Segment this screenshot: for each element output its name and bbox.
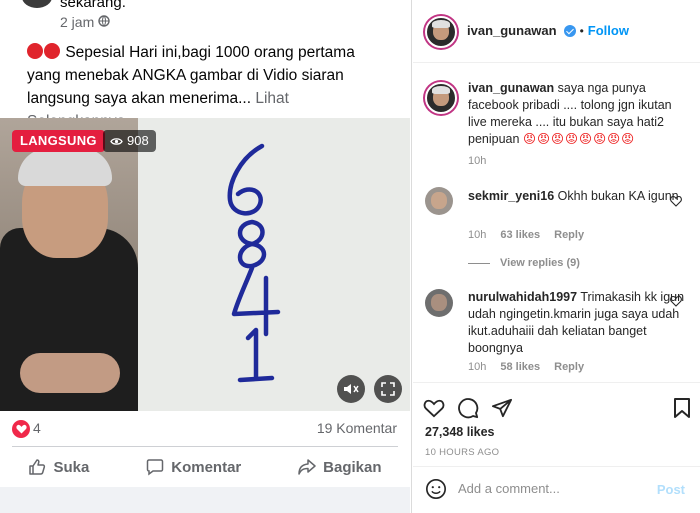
verified-badge-icon [563,24,576,37]
comment-bubble-icon[interactable] [457,397,479,419]
like-heart-icon[interactable] [423,398,445,418]
post-header: ivan_gunawan • Follow [413,0,700,63]
instagram-post-panel: ivan_gunawan • Follow ivan_gunawan saya … [413,0,700,513]
speech-bubble-icon [146,459,164,476]
red-circle-emoji [27,43,43,59]
share-label: Bagikan [323,458,382,476]
author-avatar[interactable] [425,16,457,48]
post-header: sekarang. 2 jam Sepesial Hari ini,bagi 1… [0,0,411,130]
comment-time: 10h [468,229,487,241]
live-badge: LANGSUNG [12,130,105,152]
reply-button[interactable]: Reply [554,361,584,373]
facebook-post-screenshot: sekarang. 2 jam Sepesial Hari ini,bagi 1… [0,0,412,513]
caption-meta: 10h [468,155,486,167]
video-person-hands [20,353,120,393]
like-label: Suka [53,458,90,476]
angry-face-emojis: 😡😡😡😡😡😡😡😡 [522,132,636,146]
comment-count[interactable]: 19 Komentar [317,420,397,436]
mute-button[interactable] [337,375,365,403]
follow-separator: • [579,23,584,38]
video-person-hair [18,148,112,186]
comment-button[interactable]: Komentar [146,458,241,476]
comment-meta: 10h 63 likes Reply [468,229,584,241]
post-time-label: 2 jam [60,14,95,30]
replies-line [468,262,490,264]
commenter-username[interactable]: nurulwahidah1997 [468,290,577,304]
share-arrow-icon [298,459,316,475]
comment-text: nurulwahidah1997 Trimakasih kk igun udah… [468,289,688,357]
post-time: 2 jam [60,14,110,30]
commenter-avatar[interactable] [425,289,453,317]
post-time-ago: 10 HOURS AGO [425,447,500,458]
action-icons-row [423,395,691,421]
author-username[interactable]: ivan_gunawan [467,23,557,38]
likes-count[interactable]: 27,348 likes [425,425,495,439]
globe-icon [98,14,110,30]
viewer-count: 908 [103,130,156,152]
post-actions: Suka Komentar Bagikan [0,452,410,482]
author-row: ivan_gunawan • Follow [467,23,629,38]
post-body: Sepesial Hari ini,bagi 1000 orang pertam… [27,44,355,107]
reply-button[interactable]: Reply [554,229,584,241]
share-send-icon[interactable] [491,398,513,418]
add-comment-bar: Post [413,466,700,510]
follow-button[interactable]: Follow [588,23,629,38]
reaction-count[interactable]: 4 [33,420,41,436]
fullscreen-button[interactable] [374,375,402,403]
live-video[interactable]: LANGSUNG 908 [0,118,410,411]
caption-time: 10h [468,155,487,167]
speaker-muted-icon [344,384,359,394]
eye-icon [110,137,123,145]
like-button[interactable]: Suka [28,458,89,476]
comment-likes[interactable]: 58 likes [500,361,540,373]
poster-avatar [22,0,52,8]
comment-text: sekmir_yeni16 Okhh bukan KA igunn [468,188,688,205]
commenter-username[interactable]: sekmir_yeni16 [468,189,554,203]
caption-text: ivan_gunawan saya nga punya facebook pri… [468,80,688,148]
divider [12,446,398,447]
comment-meta: 10h 58 likes Reply [468,361,584,373]
comment-likes[interactable]: 63 likes [500,229,540,241]
red-circle-emoji [44,43,60,59]
post-actions: 27,348 likes 10 HOURS AGO [413,382,700,462]
comments-list: ivan_gunawan saya nga punya facebook pri… [413,64,700,382]
comment-label: Komentar [171,458,242,476]
view-replies-button[interactable]: View replies (9) [468,257,580,269]
comment-time: 10h [468,361,487,373]
commenter-avatar[interactable] [425,187,453,215]
post-truncated-text: sekarang. [60,0,126,11]
handwritten-numbers-image [227,143,281,383]
post-comment-button[interactable]: Post [657,482,685,497]
add-comment-input[interactable] [458,481,648,496]
viewer-count-value: 908 [127,133,149,148]
share-button[interactable]: Bagikan [298,458,382,476]
caption-username[interactable]: ivan_gunawan [468,81,554,95]
comment-like-heart-icon[interactable] [670,295,682,307]
view-replies-label: View replies (9) [500,257,580,269]
save-bookmark-icon[interactable] [673,397,691,419]
emoji-smiley-icon[interactable] [425,478,447,500]
post-stats: 4 19 Komentar [0,412,410,444]
thumbs-up-icon [29,459,46,475]
expand-icon [381,382,395,396]
feed-next-post-edge [0,487,410,513]
love-reaction-icon [12,420,30,438]
comment-like-heart-icon[interactable] [670,195,682,207]
comment-body: Okhh bukan KA igunn [557,189,679,203]
caption-avatar[interactable] [425,82,457,114]
